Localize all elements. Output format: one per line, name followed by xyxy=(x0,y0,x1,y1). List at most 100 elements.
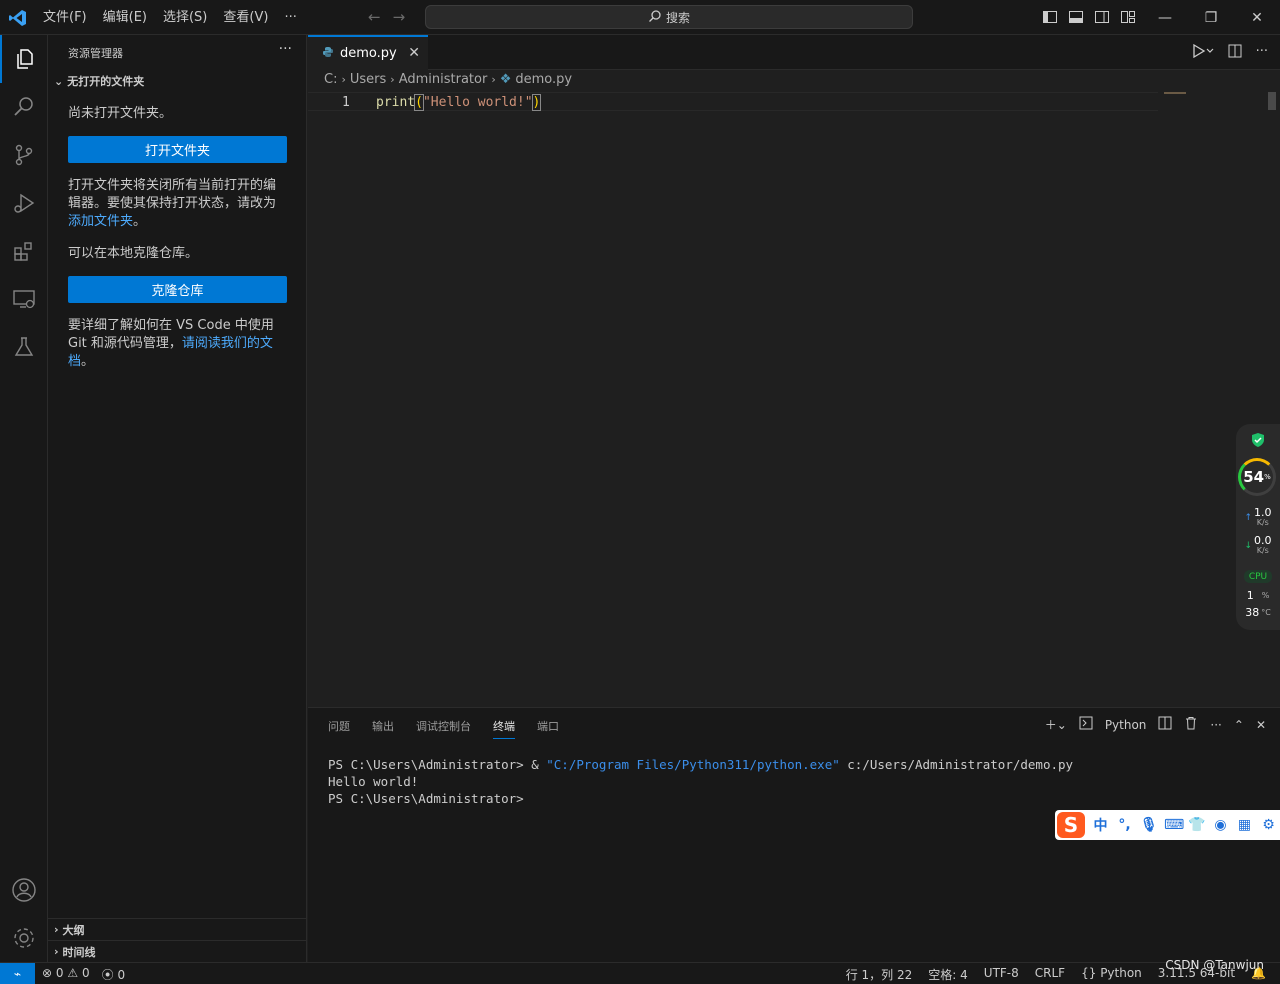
code-line: print("Hello world!") xyxy=(376,93,542,112)
tab-ports[interactable]: 端口 xyxy=(537,718,559,739)
minimap[interactable] xyxy=(1164,92,1186,94)
source-control-icon[interactable] xyxy=(0,131,48,179)
temp-value: 38 xyxy=(1245,606,1260,619)
problems-indicator[interactable]: ⊗ 0 ⚠ 0 xyxy=(42,966,90,983)
search-icon xyxy=(648,9,662,26)
tab-demo-py[interactable]: demo.py ✕ xyxy=(308,35,428,70)
chevron-right-icon: › xyxy=(54,945,59,958)
breadcrumb-item[interactable]: demo.py xyxy=(515,72,572,87)
memory-gauge: 54% xyxy=(1238,458,1276,496)
breadcrumb-item[interactable]: Users xyxy=(350,72,386,87)
panel-tabs: 问题 输出 调试控制台 终端 端口 xyxy=(328,718,559,739)
toolbox-grid-icon[interactable]: ▦ xyxy=(1236,817,1253,833)
cpu-value: 1 xyxy=(1246,589,1254,602)
back-arrow-icon[interactable]: ← xyxy=(368,8,381,26)
search-view-icon[interactable] xyxy=(0,83,48,131)
explorer-icon[interactable] xyxy=(0,35,48,83)
breadcrumb-item[interactable]: C: xyxy=(324,72,337,87)
line-number: 1 xyxy=(342,95,350,110)
section-title: 无打开的文件夹 xyxy=(67,75,145,88)
code-editor[interactable]: 1 print("Hello world!") xyxy=(308,92,1158,111)
title-bar: 文件(F) 编辑(E) 选择(S) 查看(V) ··· ← → 搜索 — ❐ ✕ xyxy=(0,0,1280,35)
no-folder-section-header[interactable]: ⌄ 无打开的文件夹 xyxy=(54,73,144,89)
status-bar: ⌁ ⊗ 0 ⚠ 0 ⦿ 0 行 1，列 22 空格: 4 UTF-8 CRLF … xyxy=(0,962,1280,984)
system-monitor-widget[interactable]: 54% ↑ 1.0 K/s ↓ 0.0 K/s CPU 1 % 38 °C xyxy=(1236,424,1280,630)
run-debug-icon[interactable] xyxy=(0,179,48,227)
broadcast-icon: ⦿ xyxy=(101,968,114,982)
tab-terminal[interactable]: 终端 xyxy=(493,718,515,739)
toggle-primary-sidebar-icon[interactable] xyxy=(1042,9,1058,25)
gamepad-icon[interactable]: ◉ xyxy=(1212,817,1229,833)
minimize-icon[interactable]: — xyxy=(1142,0,1188,35)
terminal-line: Hello world! xyxy=(328,774,419,789)
manage-gear-icon[interactable] xyxy=(0,914,48,962)
close-window-icon[interactable]: ✕ xyxy=(1234,0,1280,35)
cpu-unit: % xyxy=(1261,591,1270,600)
close-panel-icon[interactable]: ✕ xyxy=(1256,718,1266,732)
terminal-output[interactable]: PS C:\Users\Administrator> & "C:/Program… xyxy=(328,756,1073,807)
accounts-icon[interactable] xyxy=(0,866,48,914)
forward-arrow-icon[interactable]: → xyxy=(393,8,406,26)
toggle-panel-icon[interactable] xyxy=(1068,9,1084,25)
ime-language-toggle[interactable]: 中 xyxy=(1092,815,1109,835)
breadcrumb-item[interactable]: Administrator xyxy=(399,72,488,87)
menu-more[interactable]: ··· xyxy=(276,0,304,35)
rate-unit: K/s xyxy=(1256,546,1269,555)
clone-repository-button[interactable]: 克隆仓库 xyxy=(68,276,287,303)
add-folder-link[interactable]: 添加文件夹 xyxy=(68,214,133,229)
toggle-secondary-sidebar-icon[interactable] xyxy=(1094,9,1110,25)
tab-output[interactable]: 输出 xyxy=(372,718,394,739)
kill-terminal-trash-icon[interactable] xyxy=(1184,716,1198,733)
split-editor-icon[interactable] xyxy=(1228,44,1242,62)
sidebar-more-button[interactable]: ··· xyxy=(279,41,292,57)
settings-gear-icon[interactable]: ⚙ xyxy=(1260,817,1277,833)
ports-indicator[interactable]: ⦿ 0 xyxy=(102,966,125,983)
warning-icon: ⚠ xyxy=(67,966,79,980)
timeline-section[interactable]: › 时间线 xyxy=(48,940,307,962)
menu-edit[interactable]: 编辑(E) xyxy=(95,0,155,35)
run-python-icon[interactable] xyxy=(1192,43,1214,62)
terminal-shell-label[interactable]: Python xyxy=(1105,718,1147,732)
remote-indicator-icon[interactable]: ⌁ xyxy=(0,963,35,984)
cpu-usage: 1 % xyxy=(1240,589,1276,602)
warning-count: 0 xyxy=(81,966,90,980)
outline-section[interactable]: › 大纲 xyxy=(48,918,307,940)
chevron-right-icon: › xyxy=(390,73,395,86)
cursor-position[interactable]: 行 1，列 22 xyxy=(846,966,913,983)
download-rate: ↓ 0.0 K/s xyxy=(1240,535,1276,556)
close-tab-icon[interactable]: ✕ xyxy=(408,45,420,61)
customize-layout-icon[interactable] xyxy=(1120,9,1136,25)
testing-icon[interactable] xyxy=(0,323,48,371)
new-terminal-icon[interactable]: ＋⌄ xyxy=(1045,716,1067,733)
restore-icon[interactable]: ❐ xyxy=(1188,0,1234,35)
temp-unit: °C xyxy=(1261,608,1271,617)
menu-file[interactable]: 文件(F) xyxy=(35,0,95,35)
remote-explorer-icon[interactable] xyxy=(0,275,48,323)
maximize-panel-icon[interactable]: ⌃ xyxy=(1234,718,1244,732)
menu-view[interactable]: 查看(V) xyxy=(215,0,276,35)
command-center-search[interactable]: 搜索 xyxy=(425,5,913,29)
keyboard-icon[interactable]: ⌨ xyxy=(1164,817,1184,833)
ime-punctuation-toggle[interactable]: °, xyxy=(1116,817,1133,833)
upload-value: 1.0 xyxy=(1254,506,1272,519)
extensions-icon[interactable] xyxy=(0,227,48,275)
menu-selection[interactable]: 选择(S) xyxy=(155,0,215,35)
git-description: 要详细了解如何在 VS Code 中使用 Git 和源代码管理，请阅读我们的文档… xyxy=(68,317,288,371)
editor-scrollbar[interactable] xyxy=(1268,92,1276,110)
language-mode[interactable]: {} Python xyxy=(1081,966,1142,983)
microphone-icon[interactable]: 🎙 xyxy=(1140,817,1158,833)
split-terminal-icon[interactable] xyxy=(1158,716,1172,733)
end-of-line[interactable]: CRLF xyxy=(1035,966,1065,983)
tab-debug-console[interactable]: 调试控制台 xyxy=(416,718,471,739)
tab-problems[interactable]: 问题 xyxy=(328,718,350,739)
open-folder-button[interactable]: 打开文件夹 xyxy=(68,136,287,163)
ime-toolbar[interactable]: S 中 °, 🎙 ⌨ 👕 ◉ ▦ ⚙ xyxy=(1055,810,1280,840)
encoding[interactable]: UTF-8 xyxy=(984,966,1019,983)
skin-shirt-icon[interactable]: 👕 xyxy=(1188,817,1205,833)
indentation[interactable]: 空格: 4 xyxy=(928,966,968,983)
more-actions-icon[interactable]: ··· xyxy=(1256,44,1268,62)
more-actions-icon[interactable]: ··· xyxy=(1210,718,1221,732)
shield-icon xyxy=(1250,432,1266,448)
editor-actions: ··· xyxy=(1192,43,1268,62)
rate-unit: K/s xyxy=(1256,518,1269,527)
